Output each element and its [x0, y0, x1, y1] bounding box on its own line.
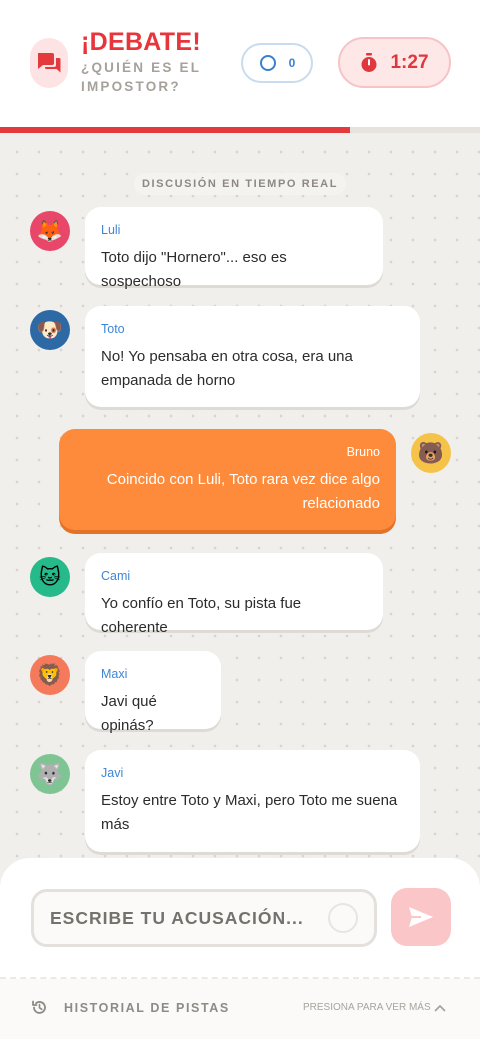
history-label: HISTORIAL DE PISTAS [64, 1001, 230, 1015]
chat-bubbles-icon [38, 53, 61, 73]
dog-icon: 🐶 [36, 318, 64, 342]
message-bubble: Luli Toto dijo "Hornero"... eso es sospe… [85, 207, 383, 290]
timer-text: 1:27 [390, 51, 429, 73]
message-author: Maxi [101, 667, 128, 681]
lion-icon: 🦁 [36, 663, 64, 687]
message-author: Cami [101, 569, 131, 583]
avatar: 🦊 [30, 211, 70, 251]
avatar: 🐻 [411, 433, 451, 473]
message-bubble: Javi Estoy entre Toto y Maxi, pero Toto … [85, 750, 420, 852]
avatar: 🦁 [30, 655, 70, 695]
page-subtitle: ¿QUIÉN ES EL IMPOSTOR? [81, 60, 201, 94]
message-text: Toto dijo "Hornero"... eso es sospechoso [101, 249, 287, 290]
history-clock-icon [32, 1000, 46, 1014]
chat-area[interactable]: DISCUSIÓN EN TIEMPO REAL 🦊 Luli Toto dij… [0, 133, 480, 863]
message-author: Bruno [346, 445, 380, 459]
avatar: 🐺 [30, 754, 70, 794]
message-text: Coincido con Luli, Toto rara vez dice al… [106, 471, 380, 512]
bear-icon: 🐻 [417, 441, 445, 465]
message-bubble: Toto No! Yo pensaba en otra cosa, era un… [85, 306, 420, 407]
avatar: 🐶 [30, 310, 70, 350]
message-bubble: Cami Yo confío en Toto, su pista fue coh… [85, 553, 383, 636]
votes-counter[interactable]: 0 [241, 43, 313, 83]
chevron-up-icon[interactable] [434, 1004, 446, 1012]
input-status-ring [328, 903, 358, 933]
page-title: ¡DEBATE! [81, 28, 201, 56]
paper-plane-icon [409, 907, 433, 927]
section-label: DISCUSIÓN EN TIEMPO REAL [134, 173, 346, 195]
accusation-input[interactable] [50, 892, 320, 944]
avatar: 🐱 [30, 557, 70, 597]
message-text: Javi qué opinás? [101, 693, 157, 734]
header: ¡DEBATE! ¿QUIÉN ES EL IMPOSTOR? 0 1:27 [0, 0, 480, 127]
message-text: Estoy entre Toto y Maxi, pero Toto me su… [101, 792, 398, 833]
circle-outline-icon [259, 55, 276, 71]
message-text: No! Yo pensaba en otra cosa, era una emp… [101, 348, 353, 389]
stopwatch-icon [361, 52, 377, 72]
send-button[interactable] [391, 888, 451, 946]
accusation-input-box[interactable] [31, 889, 377, 947]
message-author: Toto [101, 322, 125, 336]
fox-icon: 🦊 [36, 219, 64, 243]
votes-count: 0 [288, 56, 296, 70]
wolf-icon: 🐺 [36, 762, 64, 786]
own-message-bubble: Bruno Coincido con Luli, Toto rara vez d… [59, 429, 396, 530]
timer-badge: 1:27 [338, 37, 451, 88]
message-author: Luli [101, 223, 121, 237]
cat-icon: 🐱 [39, 565, 61, 589]
history-drawer-toggle[interactable]: HISTORIAL DE PISTAS PRESIONA PARA VER MÁ… [0, 979, 480, 1039]
expand-hint: PRESIONA PARA VER MÁS [303, 1002, 431, 1013]
message-author: Javi [101, 766, 124, 780]
message-bubble: Maxi Javi qué opinás? [85, 651, 221, 734]
logo-badge [30, 38, 68, 88]
message-text: Yo confío en Toto, su pista fue coherent… [101, 595, 302, 636]
